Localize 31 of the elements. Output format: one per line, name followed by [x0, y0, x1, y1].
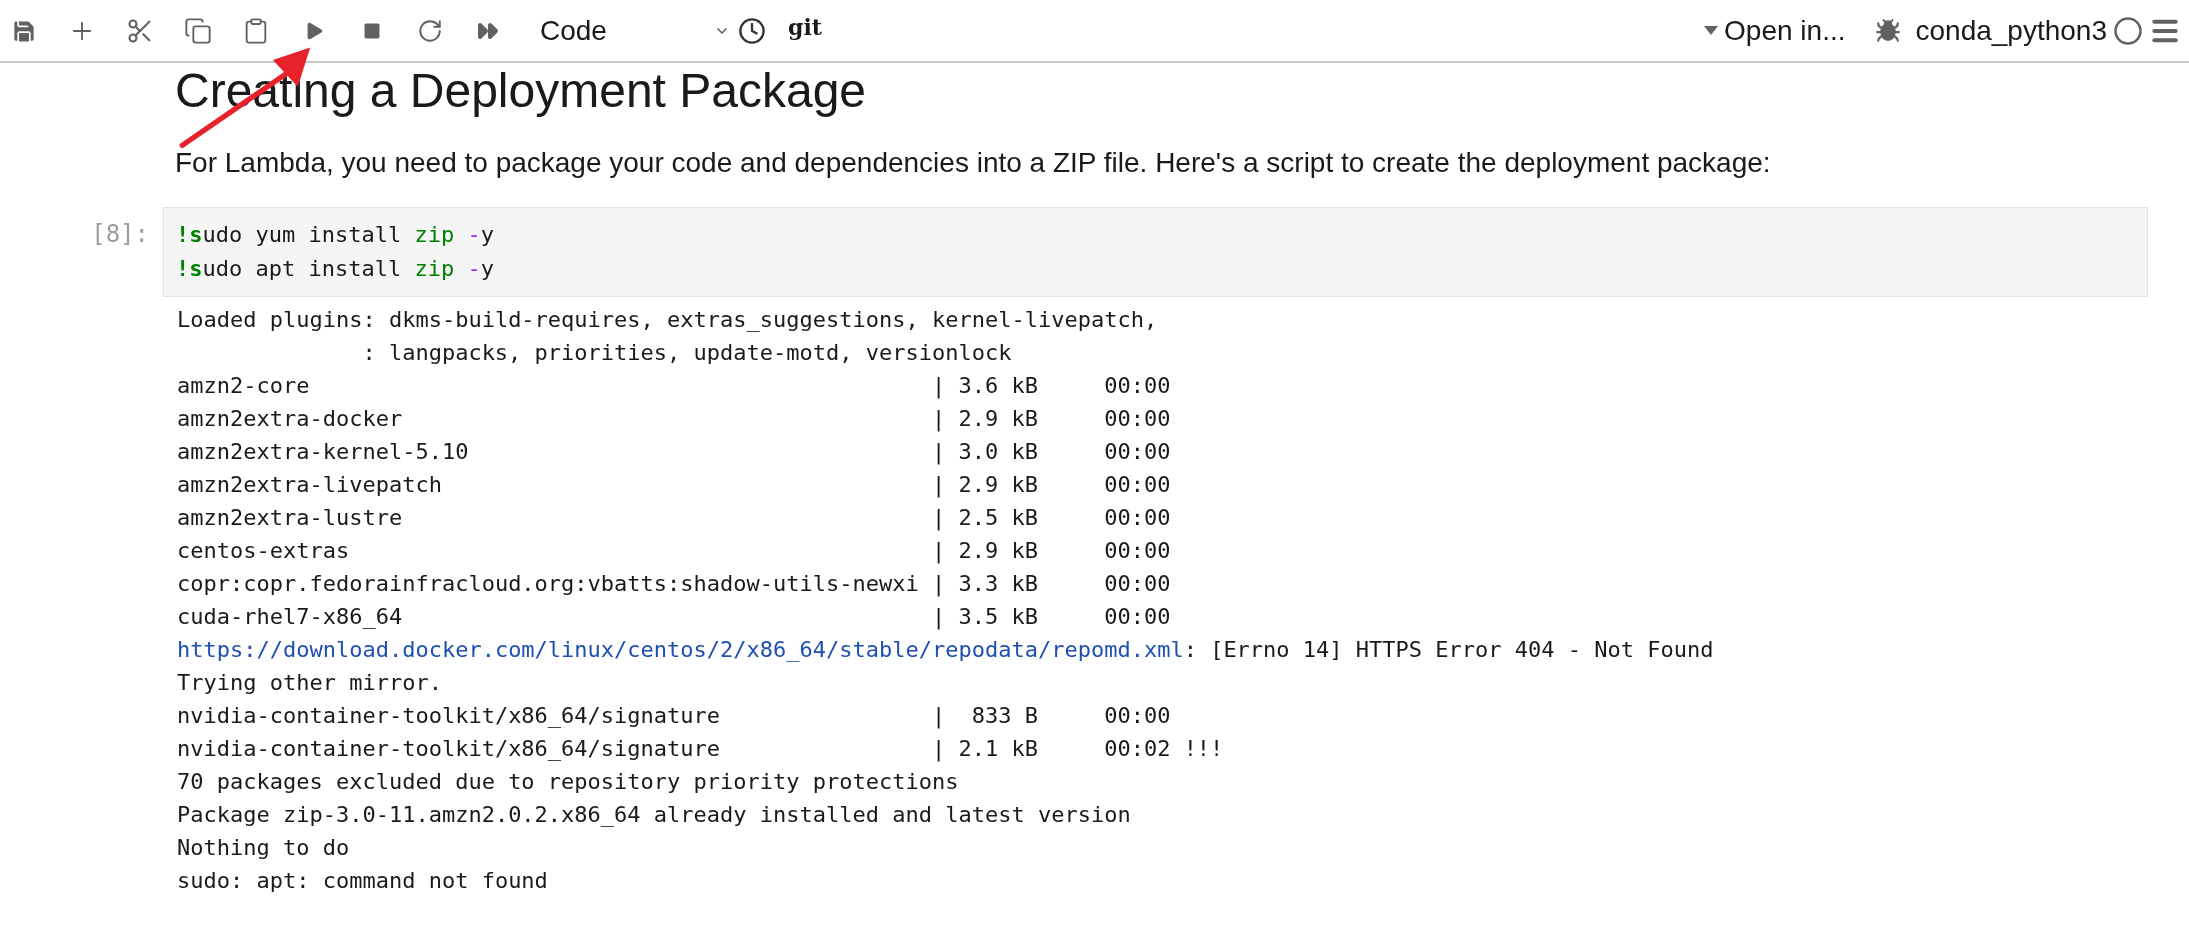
output-line: cuda-rhel7-x86_64 | 3.5 kB 00:00: [177, 603, 1171, 632]
kernel-status-icon: [2113, 15, 2143, 46]
output-line: nvidia-container-toolkit/x86_64/signature | 2.1 kB 00:02 !!!: [177, 735, 1224, 764]
output-line: Package zip-3.0-11.amzn2.0.2.x86_64 already installed and latest version: [177, 801, 1131, 829]
output-line: amzn2extra-livepatch | 2.9 kB 00:00: [177, 471, 1171, 500]
output-line: amzn2extra-docker | 2.9 kB 00:00: [177, 405, 1171, 434]
output-text: : [Errno 14] HTTPS Error 404 - Not Found: [1183, 636, 1714, 664]
output-line: amzn2-core | 3.6 kB 00:00: [177, 372, 1171, 401]
code-line: !sudo yum install zip -y: [176, 221, 494, 249]
cell-type-select[interactable]: Code: [540, 9, 730, 52]
paragraph: For Lambda, you need to package your code and dependencies into a ZIP file. Here's a script to create the deployment package:: [175, 146, 1771, 180]
output-line: copr:copr.fedorainfracloud.org:vbatts:shadow-utils-newxi | 3.3 kB 00:00: [177, 570, 1171, 599]
cell-prompt: [8]:: [90, 219, 150, 250]
output-line: centos-extras | 2.9 kB 00:00: [177, 537, 1171, 566]
output-line: nvidia-container-toolkit/x86_64/signature | 833 B 00:00: [177, 702, 1171, 731]
output-line: amzn2extra-lustre | 2.5 kB 00:00: [177, 504, 1171, 533]
output-line: Loaded plugins: dkms-build-requires, extras_suggestions, kernel-livepatch,: [177, 306, 1158, 334]
caret-icon: [1704, 26, 1719, 35]
git-button[interactable]: git: [788, 11, 822, 44]
output-line: Trying other mirror.: [177, 669, 442, 697]
code-cell[interactable]: !sudo yum install zip -y !sudo apt install zip -y: [163, 207, 2148, 297]
bug-icon[interactable]: [1875, 17, 1902, 44]
code-line: !sudo apt install zip -y: [176, 255, 494, 283]
output-line: amzn2extra-kernel-5.10 | 3.0 kB 00:00: [177, 438, 1171, 467]
output-link[interactable]: https://download.docker.com/linux/centos/2/x86_64/stable/repodata/repomd.xml: [177, 633, 1184, 666]
kernel-name: conda_python3: [1915, 13, 2107, 48]
output-line: sudo: apt: command not found: [177, 867, 548, 895]
output-line: 70 packages excluded due to repository priority protections: [177, 768, 959, 796]
open-in-button[interactable]: Open in...: [1704, 9, 1846, 52]
output-line: Nothing to do: [177, 834, 350, 862]
output-line: : langpacks, priorities, update-motd, versionlock: [362, 339, 1012, 367]
